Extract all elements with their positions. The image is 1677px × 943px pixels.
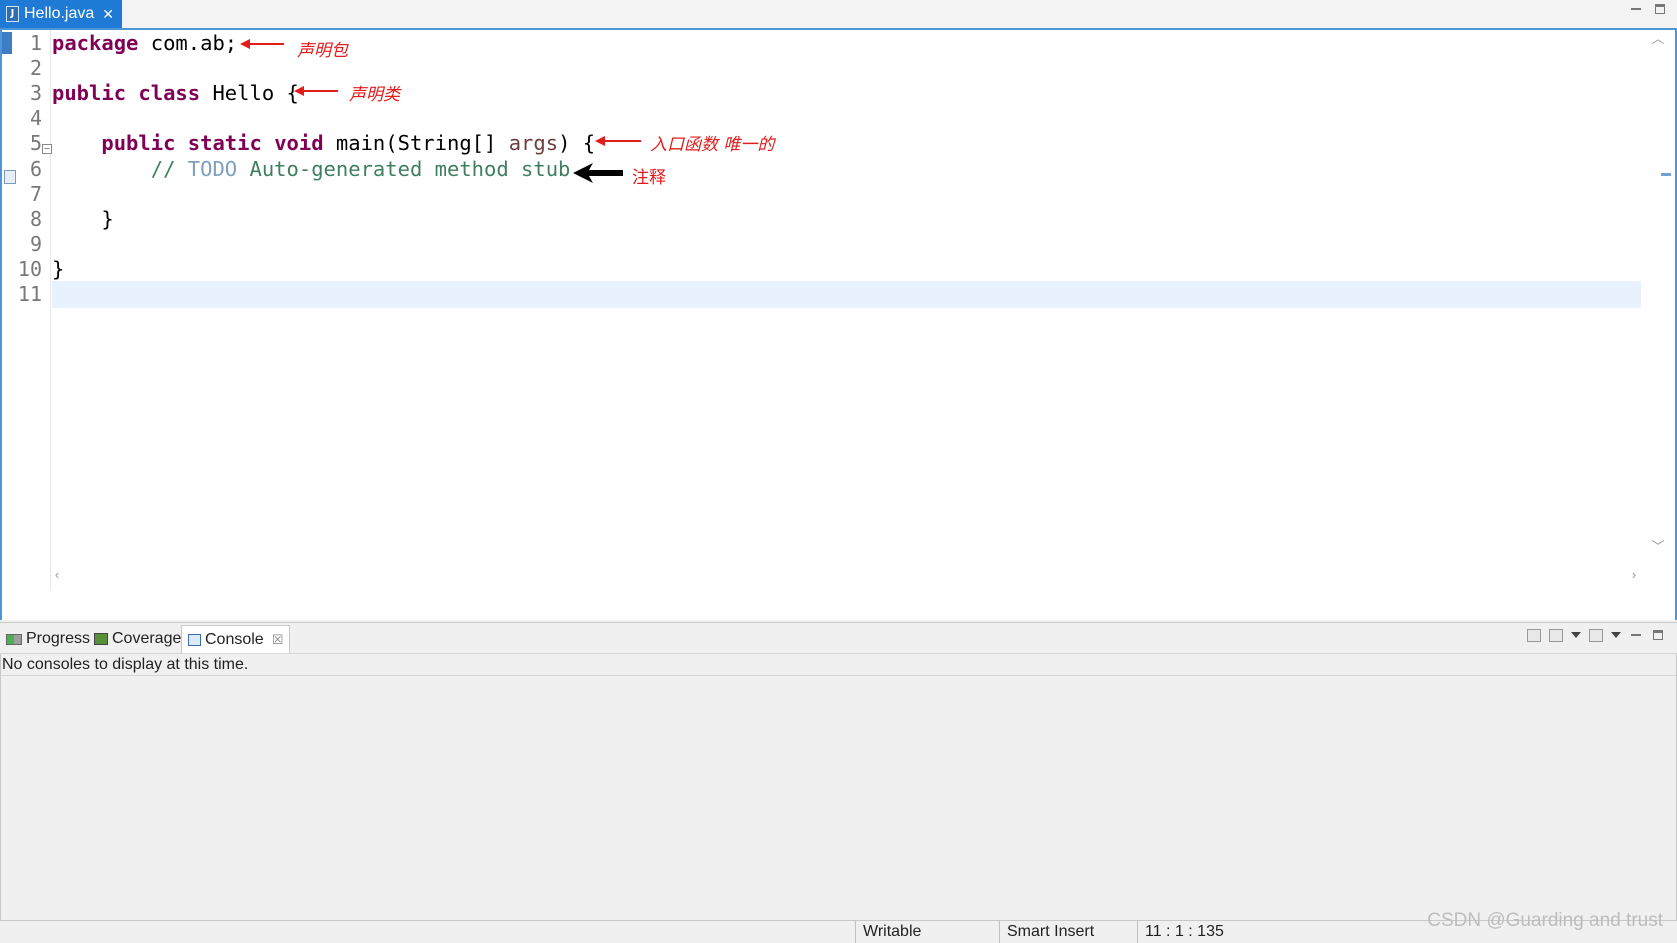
annotation-main: 入口函数 唯一的 (650, 135, 775, 155)
status-cursor-position[interactable]: 11 : 1 : 135 (1137, 921, 1277, 943)
watermark-text: CSDN @Guarding and trust (1427, 910, 1663, 931)
tab-console[interactable]: Console ☒ (181, 625, 291, 653)
code-text: } (52, 257, 65, 281)
annotation-arrow (240, 39, 284, 49)
line-number: 9 (29, 232, 42, 256)
keyword: package (52, 31, 139, 55)
console-icon (188, 633, 201, 646)
scroll-right-icon[interactable]: › (1627, 568, 1641, 582)
line-number: 5 (29, 131, 42, 155)
code-text: } (101, 207, 114, 231)
minimize-icon[interactable] (1629, 2, 1643, 16)
console-view[interactable]: No consoles to display at this time. (0, 654, 1677, 922)
maximize-icon[interactable] (1653, 2, 1667, 16)
line-number: 7 (29, 182, 42, 206)
line-number: 10 (17, 257, 42, 281)
code-text-area[interactable]: package com.ab; public class Hello { pub… (52, 30, 1641, 590)
display-selected-console-icon[interactable] (1549, 628, 1563, 642)
code-line-5: public static void main(String[] args) { (52, 130, 595, 157)
close-icon[interactable]: ☒ (272, 632, 284, 648)
annotation-arrow (595, 136, 641, 146)
tab-label: Coverage (112, 630, 182, 647)
java-file-icon: J (6, 6, 19, 22)
scroll-left-icon[interactable]: ‹ (50, 568, 64, 582)
chevron-down-icon[interactable] (1571, 632, 1581, 638)
keyword: static (187, 131, 262, 155)
comment-text: // (150, 157, 188, 181)
status-bar: Writable Smart Insert 11 : 1 : 135 (0, 920, 1677, 943)
annotation-ruler (2, 30, 16, 590)
ruler-marker (2, 32, 12, 54)
editor-tab-bar: J Hello.java ✕ (0, 0, 1677, 30)
annotation-arrow (573, 163, 623, 183)
code-line-6: // TODO Auto-generated method stub (52, 156, 571, 183)
annotation-package: 声明包 (297, 41, 348, 61)
scroll-up-icon[interactable]: ︿ (1651, 32, 1665, 46)
fold-collapse-icon[interactable]: − (42, 144, 52, 154)
tab-progress[interactable]: Progress (0, 625, 96, 653)
annotation-class: 声明类 (349, 85, 400, 105)
code-text: com.ab; (138, 31, 238, 55)
pin-console-icon[interactable] (1527, 628, 1541, 642)
keyword: public (101, 131, 176, 155)
console-toolbar (1527, 628, 1665, 642)
code-text: Hello { (200, 81, 299, 105)
tab-coverage[interactable]: Coverage (88, 625, 187, 653)
annotation-arrow (294, 86, 338, 96)
status-insert-mode[interactable]: Smart Insert (999, 921, 1137, 943)
tab-label: Progress (26, 630, 91, 647)
horizontal-scrollbar[interactable]: ‹ › (50, 568, 1641, 614)
line-number: 11 (17, 282, 42, 306)
code-text: ) { (558, 131, 596, 155)
console-message: No consoles to display at this time. (1, 654, 1676, 676)
overview-marker[interactable] (1661, 173, 1671, 176)
keyword: public (52, 81, 127, 105)
close-icon[interactable]: ✕ (102, 6, 114, 23)
scroll-down-icon[interactable]: ﹀ (1651, 540, 1665, 554)
editor-window-controls (1629, 2, 1667, 16)
tab-label: Console (205, 630, 264, 648)
todo-tag: TODO (187, 157, 238, 181)
minimize-icon[interactable] (1629, 628, 1643, 642)
code-editor[interactable]: 1 2 3 4 5 6 7 8 9 10 11 − package com.ab… (0, 30, 1677, 620)
current-line-highlight (52, 281, 1641, 308)
chevron-down-icon[interactable] (1611, 632, 1621, 638)
comment-text: Auto-generated method stub (237, 157, 571, 181)
line-number: 8 (29, 207, 42, 231)
editor-tab-hello-java[interactable]: J Hello.java ✕ (0, 0, 122, 28)
progress-icon (6, 633, 22, 645)
code-text: main(String[] (323, 131, 509, 155)
maximize-icon[interactable] (1651, 628, 1665, 642)
code-line-8: } (52, 206, 114, 233)
code-line-10: } (52, 256, 64, 283)
line-number: 1 (29, 31, 42, 55)
coverage-icon (94, 633, 108, 645)
line-number-gutter: 1 2 3 4 5 6 7 8 9 10 11 (14, 30, 51, 590)
editor-tab-title: Hello.java (24, 5, 95, 22)
line-number: 4 (29, 106, 42, 130)
code-line-3: public class Hello { (52, 80, 299, 107)
code-line-1: package com.ab; (52, 30, 237, 57)
vertical-scrollbar[interactable]: ︿ ﹀ (1641, 30, 1675, 590)
status-writable: Writable (855, 921, 999, 943)
line-number: 3 (29, 81, 42, 105)
open-console-icon[interactable] (1589, 628, 1603, 642)
annotation-comment: 注释 (632, 168, 666, 188)
keyword: void (274, 131, 324, 155)
bottom-panel-tab-bar: Progress Coverage Console ☒ (0, 622, 1677, 654)
keyword: class (138, 81, 201, 105)
line-number: 6 (29, 157, 42, 181)
parameter-name: args (508, 131, 559, 155)
line-number: 2 (29, 56, 42, 80)
